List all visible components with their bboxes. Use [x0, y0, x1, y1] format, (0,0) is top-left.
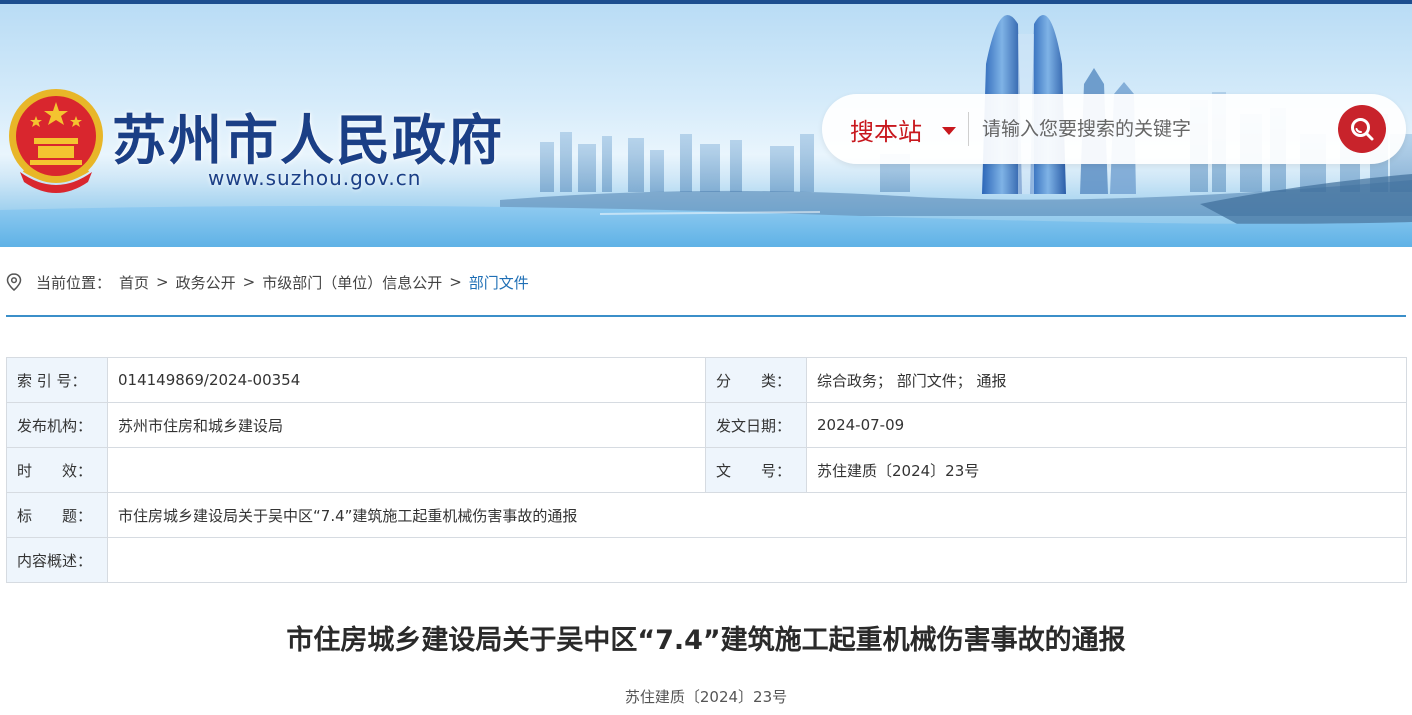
breadcrumb-separator: > — [242, 273, 256, 291]
breadcrumb-gov-affairs[interactable]: 政务公开 — [176, 272, 236, 293]
index-number-label: 索 引 号： — [6, 357, 108, 403]
search-divider — [968, 112, 969, 146]
breadcrumb: 当前位置： 首页 > 政务公开 > 市级部门（单位）信息公开 > 部门文件 — [6, 270, 529, 294]
category-label: 分 类： — [705, 357, 807, 403]
title-value: 市住房城乡建设局关于吴中区“7.4”建筑施工起重机械伤害事故的通报 — [107, 492, 1407, 538]
table-row: 时 效： 文 号： 苏住建质〔2024〕23号 — [6, 447, 1407, 493]
national-emblem-icon — [9, 89, 103, 193]
table-row: 标 题： 市住房城乡建设局关于吴中区“7.4”建筑施工起重机械伤害事故的通报 — [6, 492, 1407, 538]
publisher-label: 发布机构： — [6, 402, 108, 448]
search-button[interactable] — [1338, 105, 1386, 153]
search-input[interactable] — [982, 108, 1322, 150]
index-number-value: 014149869/2024-00354 — [107, 357, 706, 403]
document-number-value: 苏住建质〔2024〕23号 — [806, 447, 1407, 493]
breadcrumb-divider — [6, 315, 1406, 317]
breadcrumb-prefix: 当前位置： — [36, 273, 112, 292]
table-row: 内容概述： — [6, 537, 1407, 583]
category-value: 综合政务； 部门文件； 通报 — [806, 357, 1407, 403]
site-banner: 苏州市人民政府 www.suzhou.gov.cn 搜本站 — [0, 4, 1412, 247]
article-document-number: 苏住建质〔2024〕23号 — [624, 688, 788, 706]
breadcrumb-home[interactable]: 首页 — [119, 272, 149, 293]
validity-label: 时 效： — [6, 447, 108, 493]
search-icon — [1351, 118, 1374, 141]
publisher-value: 苏州市住房和城乡建设局 — [107, 402, 706, 448]
search-bar: 搜本站 — [822, 94, 1406, 164]
location-pin-icon — [6, 273, 22, 291]
document-metadata-table: 索 引 号： 014149869/2024-00354 分 类： 综合政务； 部… — [6, 357, 1407, 583]
caret-down-icon[interactable] — [942, 127, 956, 135]
site-title[interactable]: 苏州市人民政府 — [112, 96, 504, 175]
breadcrumb-dept-disclosure[interactable]: 市级部门（单位）信息公开 — [262, 272, 442, 293]
issue-date-value: 2024-07-09 — [806, 402, 1407, 448]
article-title: 市住房城乡建设局关于吴中区“7.4”建筑施工起重机械伤害事故的通报 — [286, 625, 1126, 656]
breadcrumb-dept-documents[interactable]: 部门文件 — [469, 272, 529, 293]
search-scope-dropdown[interactable]: 搜本站 — [850, 112, 922, 147]
site-url: www.suzhou.gov.cn — [208, 166, 422, 190]
breadcrumb-separator: > — [156, 273, 169, 291]
summary-value — [107, 537, 1407, 583]
validity-value — [107, 447, 706, 493]
title-label: 标 题： — [6, 492, 108, 538]
summary-label: 内容概述： — [6, 537, 108, 583]
document-number-label: 文 号： — [705, 447, 807, 493]
breadcrumb-separator: > — [449, 273, 462, 291]
table-row: 索 引 号： 014149869/2024-00354 分 类： 综合政务； 部… — [6, 357, 1407, 403]
issue-date-label: 发文日期： — [705, 402, 807, 448]
table-row: 发布机构： 苏州市住房和城乡建设局 发文日期： 2024-07-09 — [6, 402, 1407, 448]
